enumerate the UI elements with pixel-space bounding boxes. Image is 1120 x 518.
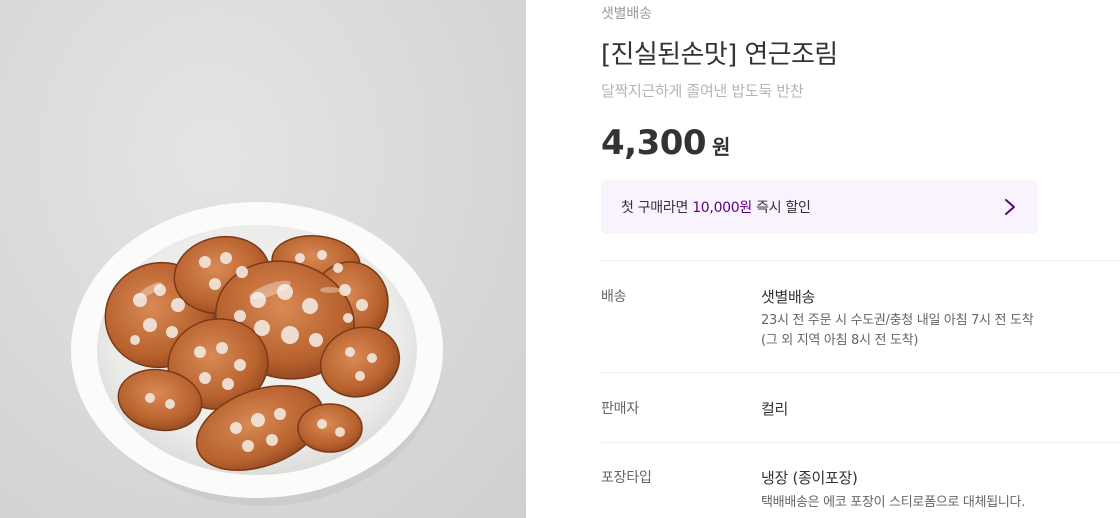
- coupon-text-before: 첫 구매라면: [621, 200, 693, 216]
- divider: [601, 260, 1120, 261]
- delivery-type-label: 샛별배송: [601, 6, 652, 22]
- info-label-seller: 판매자: [601, 401, 640, 417]
- info-label-packaging: 포장타입: [601, 470, 652, 486]
- product-subtitle: 달짝지근하게 졸여낸 밥도둑 반찬: [601, 82, 804, 100]
- product-price: 4,300 원: [601, 123, 730, 163]
- product-info-panel: 샛별배송 [진실된손맛] 연근조림 달짝지근하게 졸여낸 밥도둑 반찬 4,30…: [601, 0, 1120, 518]
- info-value-delivery: 샛별배송: [761, 288, 816, 306]
- coupon-discount-amount: 10,000원: [692, 200, 752, 216]
- product-image: [0, 0, 526, 518]
- product-title: [진실된손맛] 연근조림: [601, 40, 838, 70]
- info-label-delivery: 배송: [601, 289, 627, 305]
- info-desc-delivery-2: (그 외 지역 아침 8시 전 도착): [761, 333, 919, 348]
- lotus-root-dish-illustration: [71, 202, 443, 506]
- info-value-seller: 컬리: [761, 400, 789, 418]
- chevron-right-icon: [1005, 199, 1015, 215]
- info-desc-packaging: 택배배송은 에코 포장이 스티로폼으로 대체됩니다.: [761, 495, 1026, 510]
- first-purchase-coupon-banner[interactable]: 첫 구매라면 10,000원 즉시 할인: [601, 180, 1038, 234]
- coupon-text-after: 즉시 할인: [751, 200, 811, 216]
- divider: [601, 372, 1120, 373]
- info-desc-delivery-1: 23시 전 주문 시 수도권/충청 내일 아침 7시 전 도착: [761, 313, 1034, 328]
- coupon-text: 첫 구매라면 10,000원 즉시 할인: [621, 197, 811, 217]
- price-value: 4,300: [601, 123, 707, 163]
- divider: [601, 442, 1120, 443]
- info-value-packaging: 냉장 (종이포장): [761, 469, 858, 487]
- price-unit: 원: [712, 135, 731, 159]
